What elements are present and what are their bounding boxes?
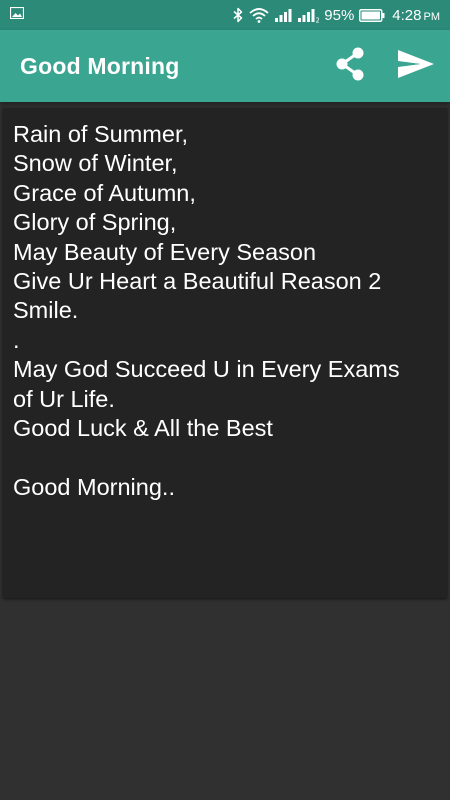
signal-2-icon: 2 <box>297 7 319 23</box>
wifi-icon <box>249 7 269 23</box>
message-line: Rain of Summer, <box>13 121 189 147</box>
message-line: Glory of Spring, <box>13 209 177 236</box>
clock-time: 4:28 <box>392 6 422 24</box>
message-line: May God Succeed U in Every Exams <box>13 356 400 383</box>
share-button[interactable] <box>330 46 370 86</box>
image-icon <box>9 6 25 24</box>
send-icon <box>397 49 435 84</box>
message-line: of Ur Life. <box>13 385 115 412</box>
status-right: 2 95% 4:28 PM <box>232 7 440 24</box>
message-line <box>13 443 437 472</box>
app-bar: Good Morning <box>0 30 450 102</box>
message-line: May Beauty of Every Season <box>13 238 317 265</box>
bluetooth-icon <box>232 7 244 23</box>
clock: 4:28 PM <box>392 7 440 24</box>
status-bar: 2 95% 4:28 PM <box>0 0 450 30</box>
message-line: Grace of Autumn, <box>13 179 196 206</box>
app-bar-actions <box>330 46 436 86</box>
battery-percent: 95% <box>324 6 355 24</box>
send-button[interactable] <box>396 46 436 86</box>
svg-text:2: 2 <box>316 17 320 24</box>
message-line: Give Ur Heart a Beautiful Reason 2 <box>13 268 382 295</box>
page-title: Good Morning <box>20 52 180 79</box>
battery-icon <box>359 8 385 22</box>
message-line: Snow of Winter, <box>13 150 178 177</box>
signal-icon <box>274 7 292 23</box>
message-line: . <box>13 326 20 353</box>
message-line: Good Morning.. <box>13 473 175 500</box>
clock-ampm: PM <box>423 10 441 23</box>
message-line: Smile. <box>13 297 79 324</box>
status-left <box>9 6 25 24</box>
message-text: Rain of Summer, Snow of Winter, Grace of… <box>13 120 437 502</box>
share-icon <box>333 46 367 87</box>
message-card[interactable]: Rain of Summer, Snow of Winter, Grace of… <box>3 108 447 598</box>
message-line: Good Luck & All the Best <box>13 415 273 442</box>
